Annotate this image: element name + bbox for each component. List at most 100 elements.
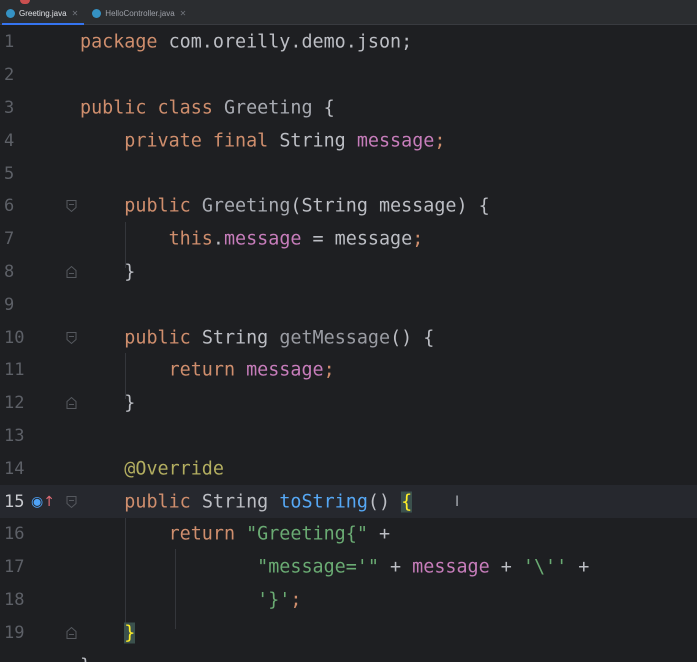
code-token: +: [378, 556, 413, 578]
line-number[interactable]: 12: [4, 393, 28, 413]
code-token: {: [312, 97, 335, 119]
code-token: String: [279, 130, 357, 152]
editor-tab-bar: Greeting.java ✕ HelloController.java ✕: [0, 0, 697, 25]
line-number[interactable]: 13: [4, 426, 28, 446]
code-line[interactable]: 17 "message='" + message + '\'' +: [0, 551, 697, 584]
code-line[interactable]: 10 public String getMessage() {: [0, 321, 697, 354]
line-number[interactable]: 1: [4, 32, 28, 52]
code-token: Greeting: [201, 195, 291, 217]
code-token: private final: [124, 130, 280, 152]
fold-start-icon[interactable]: [66, 331, 77, 344]
fold-start-icon[interactable]: [66, 495, 77, 508]
line-number[interactable]: 19: [4, 623, 28, 643]
line-number[interactable]: 18: [4, 590, 28, 610]
code-token: = message: [301, 228, 413, 250]
code-token: {: [401, 491, 413, 513]
code-token: public: [124, 327, 202, 349]
code-token: "message='": [257, 556, 379, 578]
fold-end-icon[interactable]: [66, 397, 77, 410]
code-token: +: [567, 556, 590, 578]
code-text[interactable]: return message;: [80, 360, 335, 381]
code-text[interactable]: this.message = message;: [80, 228, 424, 250]
code-token: '}': [257, 589, 291, 611]
code-line[interactable]: 3 public class Greeting {: [0, 92, 697, 125]
code-token: (String message) {: [290, 195, 490, 217]
code-line[interactable]: }: [0, 649, 697, 662]
code-text[interactable]: "message='" + message + '\'' +: [80, 557, 589, 578]
line-number[interactable]: 2: [4, 65, 28, 85]
code-text[interactable]: public Greeting(String message) {: [80, 195, 490, 217]
code-line[interactable]: 12 }: [0, 387, 697, 420]
line-number[interactable]: 10: [4, 328, 28, 348]
line-number[interactable]: 17: [4, 557, 28, 577]
code-text[interactable]: '}';: [80, 589, 301, 610]
code-line[interactable]: 5: [0, 157, 697, 190]
line-number[interactable]: 9: [4, 295, 28, 315]
fold-start-icon[interactable]: [66, 200, 77, 213]
code-token: message: [223, 228, 302, 250]
code-text[interactable]: public String getMessage() {: [80, 327, 434, 348]
code-token: return: [168, 359, 247, 381]
code-line[interactable]: 1 package com.oreilly.demo.json;: [0, 26, 697, 59]
line-number[interactable]: 8: [4, 262, 28, 282]
tab-label: Greeting.java: [19, 8, 67, 18]
code-text[interactable]: }: [80, 622, 136, 644]
override-up-arrow-icon[interactable]: ◉↑: [31, 494, 55, 510]
line-number[interactable]: 11: [4, 360, 28, 380]
code-token: public class: [80, 97, 224, 119]
close-icon[interactable]: ✕: [180, 9, 187, 18]
code-text[interactable]: }: [80, 261, 135, 282]
code-token: toString: [279, 491, 368, 513]
code-line[interactable]: 8 }: [0, 256, 697, 289]
line-number[interactable]: 7: [4, 229, 28, 249]
tab-greeting-java[interactable]: Greeting.java ✕: [0, 0, 86, 25]
code-token: ;: [412, 228, 424, 250]
code-line[interactable]: 9: [0, 288, 697, 321]
line-number[interactable]: 3: [4, 98, 28, 118]
code-token: public: [124, 491, 202, 513]
fold-end-icon[interactable]: [66, 265, 77, 278]
code-line[interactable]: 11 return message;: [0, 354, 697, 387]
code-text[interactable]: }: [80, 655, 91, 662]
code-text[interactable]: public class Greeting {: [80, 97, 335, 118]
code-line[interactable]: 2: [0, 59, 697, 92]
code-token: }: [80, 655, 91, 662]
text-cursor-icon: I: [455, 493, 460, 510]
code-line[interactable]: 19 }: [0, 616, 697, 649]
code-line[interactable]: 14 @Override: [0, 452, 697, 485]
code-text[interactable]: package com.oreilly.demo.json;: [80, 32, 412, 53]
code-token: +: [489, 556, 523, 578]
close-icon[interactable]: ✕: [72, 9, 79, 18]
line-number[interactable]: 4: [4, 131, 28, 151]
line-number[interactable]: 5: [4, 164, 28, 184]
code-line[interactable]: 13: [0, 420, 697, 453]
code-line[interactable]: 18 '}';: [0, 584, 697, 617]
code-text[interactable]: }: [80, 393, 135, 414]
code-line[interactable]: 16 return "Greeting{" +: [0, 518, 697, 551]
code-line[interactable]: 7 this.message = message;: [0, 223, 697, 256]
line-number[interactable]: 14: [4, 459, 28, 479]
code-line[interactable]: 6 public Greeting(String message) {: [0, 190, 697, 223]
fold-end-icon[interactable]: [66, 626, 77, 639]
code-text[interactable]: return "Greeting{" +: [80, 524, 390, 545]
code-editor[interactable]: 1 package com.oreilly.demo.json; 2 3 public …: [0, 25, 697, 662]
line-number[interactable]: 6: [4, 196, 28, 216]
code-text[interactable]: public String toString() {: [80, 491, 413, 513]
ide-window: Greeting.java ✕ HelloController.java ✕ 1…: [0, 0, 697, 662]
code-token: message: [246, 359, 324, 381]
code-line[interactable]: 15 ◉↑ public String toString() { I: [0, 485, 697, 518]
code-token: .: [212, 228, 224, 250]
line-number[interactable]: 15: [4, 492, 28, 512]
line-number[interactable]: 16: [4, 524, 28, 544]
code-line[interactable]: 4 private final String message;: [0, 124, 697, 157]
code-text[interactable]: @Override: [80, 458, 224, 479]
java-class-icon: [6, 8, 15, 18]
tab-hellocontroller-java[interactable]: HelloController.java ✕: [86, 2, 194, 24]
code-text[interactable]: private final String message;: [80, 130, 445, 151]
